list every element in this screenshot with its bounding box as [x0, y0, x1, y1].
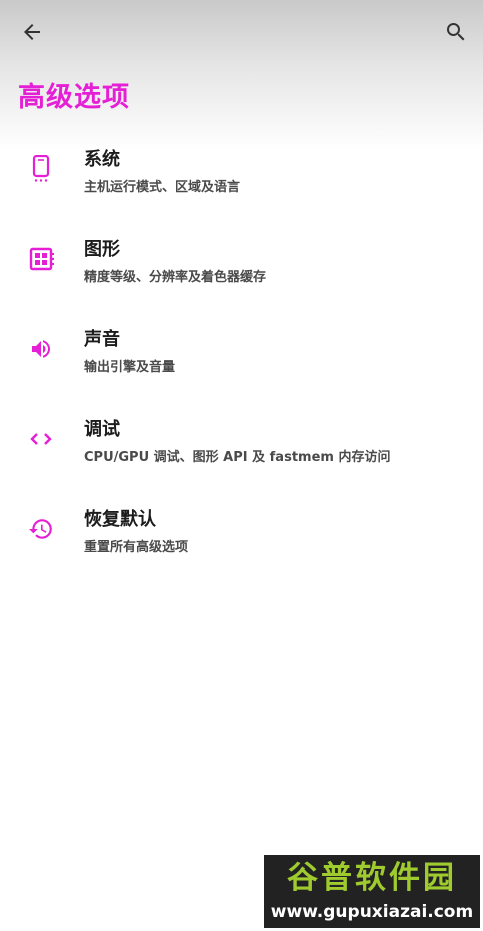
item-title: 声音: [84, 329, 120, 350]
item-subtitle: 主机运行模式、区域及语言: [84, 180, 241, 195]
item-subtitle: CPU/GPU 调试、图形 API 及 fastmem 内存访问: [84, 450, 391, 465]
list-item-debug[interactable]: 调试 CPU/GPU 调试、图形 API 及 fastmem 内存访问: [0, 410, 483, 500]
list-item-reset[interactable]: 恢复默认 重置所有高级选项: [0, 500, 483, 590]
search-button[interactable]: [434, 10, 478, 54]
watermark: 谷普软件园 www.gupuxiazai.com: [264, 855, 480, 928]
chip-icon: [26, 244, 56, 274]
page-title: 高级选项: [18, 82, 130, 113]
phone-icon: [26, 154, 56, 184]
app-bar: 高级选项: [0, 0, 483, 150]
item-title: 图形: [84, 239, 120, 260]
item-title: 恢复默认: [84, 509, 156, 530]
search-icon: [447, 23, 465, 41]
back-button[interactable]: [10, 10, 54, 54]
item-subtitle: 精度等级、分辨率及着色器缓存: [84, 270, 267, 285]
volume-icon: [26, 334, 56, 364]
arrow-back-icon: [24, 24, 40, 40]
item-title: 调试: [84, 419, 120, 440]
list-item-sound[interactable]: 声音 输出引擎及音量: [0, 320, 483, 410]
watermark-logo: 谷普软件园: [287, 860, 457, 896]
watermark-url: www.gupuxiazai.com: [270, 902, 474, 922]
item-subtitle: 输出引擎及音量: [84, 360, 176, 375]
settings-list: 系统 主机运行模式、区域及语言 图形 精度等级、分辨率及着色器缓存 声音 输出引…: [0, 140, 483, 590]
list-item-graphics[interactable]: 图形 精度等级、分辨率及着色器缓存: [0, 230, 483, 320]
code-icon: [26, 424, 56, 454]
list-item-system[interactable]: 系统 主机运行模式、区域及语言: [0, 140, 483, 230]
history-icon: [26, 514, 56, 544]
item-subtitle: 重置所有高级选项: [84, 540, 189, 555]
item-title: 系统: [84, 149, 120, 170]
